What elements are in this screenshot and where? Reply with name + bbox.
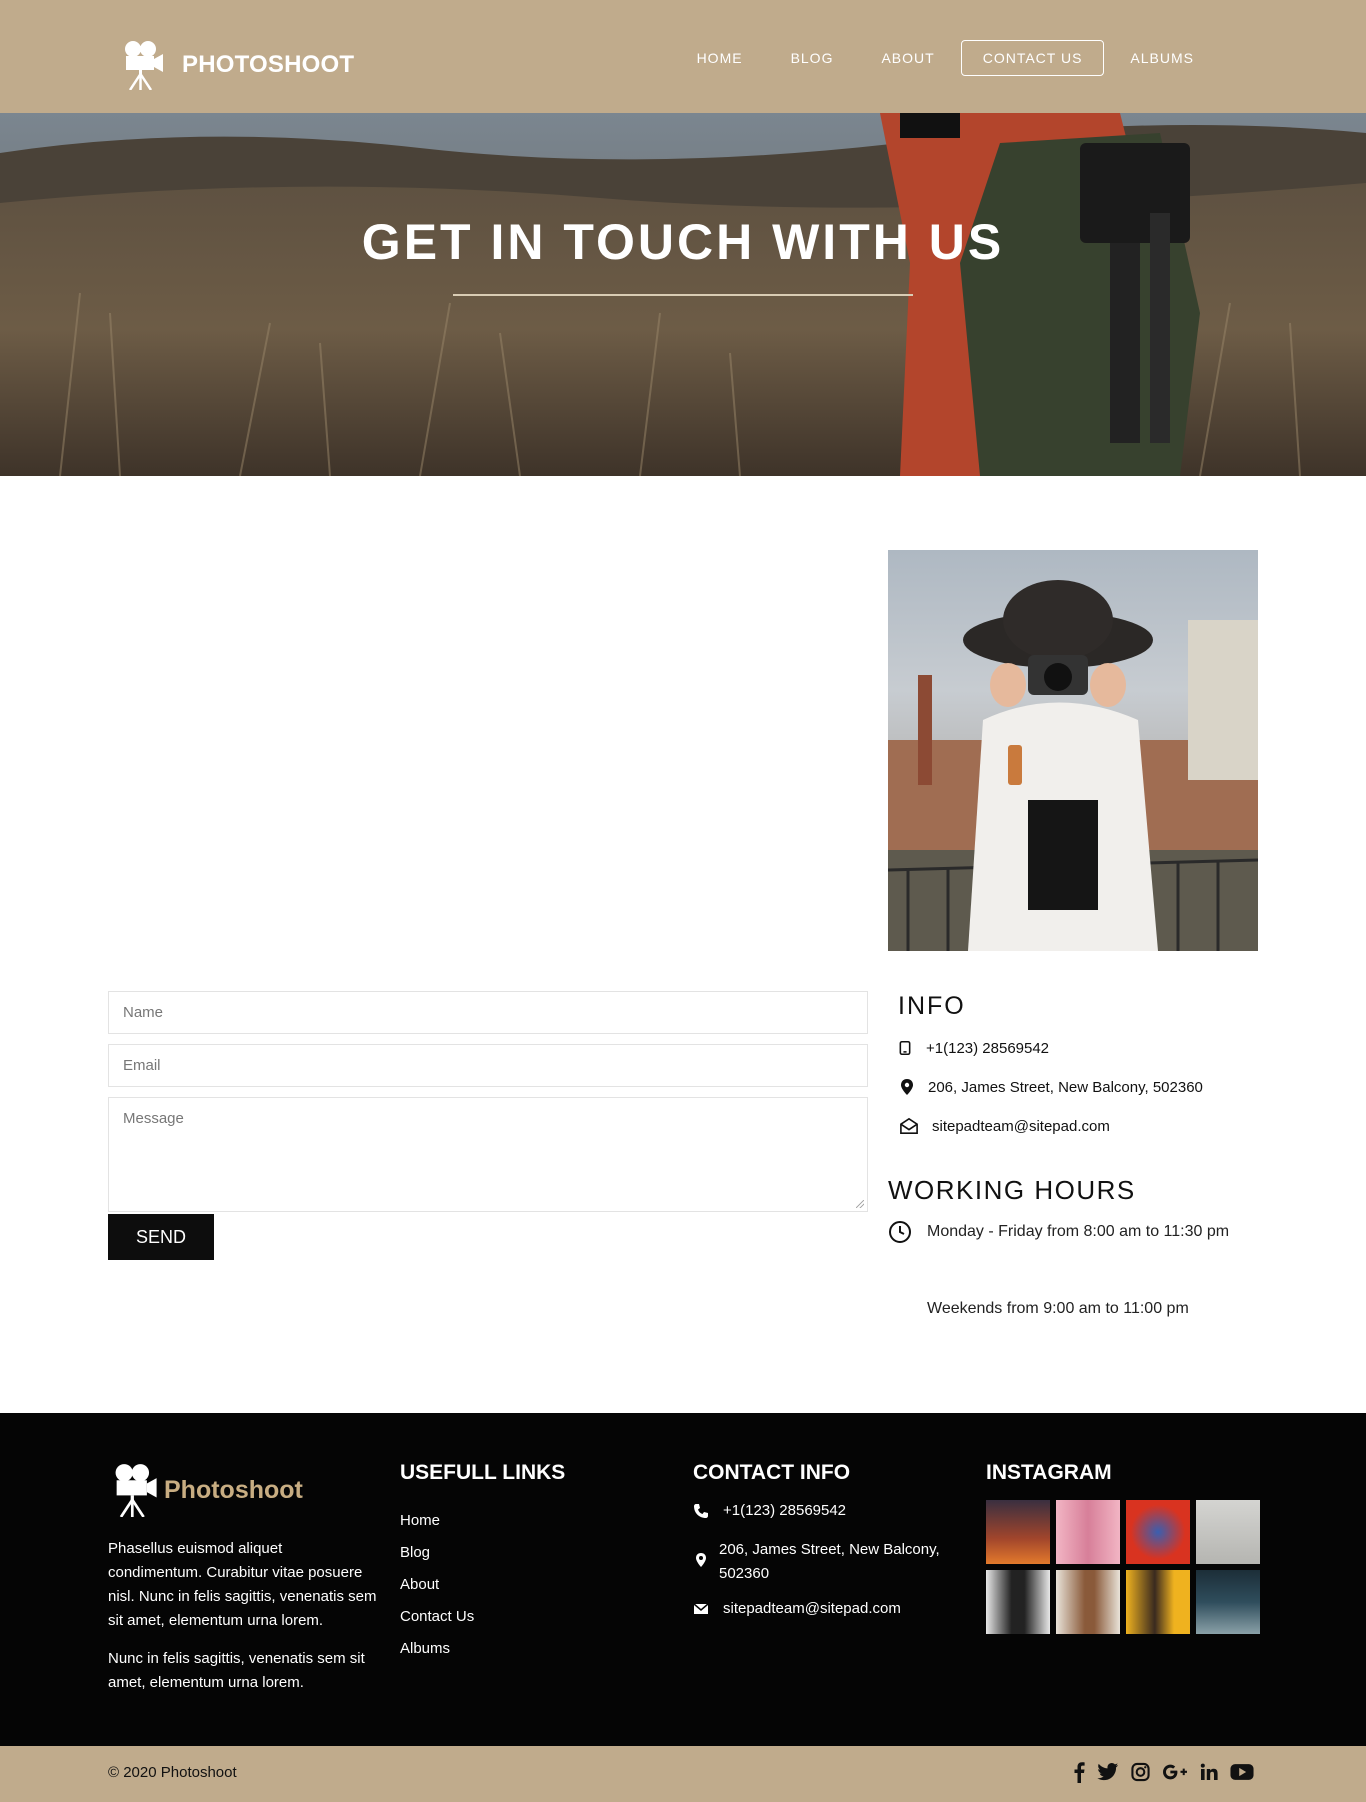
- footer-link-blog[interactable]: Blog: [400, 1537, 474, 1569]
- footer-email[interactable]: sitepadteam@sitepad.com: [723, 1597, 901, 1621]
- instagram-grid: [986, 1500, 1260, 1634]
- instagram-thumb[interactable]: [1126, 1500, 1190, 1564]
- copyright-bar: © 2020 Photoshoot: [0, 1746, 1366, 1802]
- send-button[interactable]: SEND: [108, 1214, 214, 1260]
- footer-address: 206, James Street, New Balcony, 502360: [719, 1541, 940, 1582]
- twitter-icon[interactable]: [1097, 1761, 1119, 1783]
- site-footer: Photoshoot Phasellus euismod aliquet con…: [0, 1413, 1366, 1746]
- working-hours-weekends: Weekends from 9:00 am to 11:00 pm: [927, 1300, 1189, 1317]
- footer-links: Home Blog About Contact Us Albums: [400, 1505, 474, 1665]
- email-field[interactable]: Email: [108, 1044, 868, 1087]
- message-placeholder: Message: [123, 1110, 184, 1127]
- mobile-phone-icon: [899, 1041, 911, 1055]
- info-phone-row: +1(123) 28569542: [898, 1039, 1049, 1057]
- nav-albums[interactable]: ALBUMS: [1108, 40, 1216, 76]
- map-marker-icon: [901, 1079, 913, 1095]
- working-hours-title: WORKING HOURS: [888, 1175, 1136, 1205]
- working-hours-weekdays: Monday - Friday from 8:00 am to 11:30 pm: [927, 1223, 1230, 1240]
- footer-link-contact-us[interactable]: Contact Us: [400, 1601, 474, 1633]
- footer-about: Phasellus euismod aliquet condimentum. C…: [108, 1537, 378, 1709]
- info-email[interactable]: sitepadteam@sitepad.com: [932, 1118, 1110, 1135]
- site-logo[interactable]: PHOTOSHOOT: [122, 40, 354, 90]
- footer-about-text-1: Phasellus euismod aliquet condimentum. C…: [108, 1540, 377, 1629]
- footer-brand-name: Photoshoot: [164, 1475, 303, 1504]
- instagram-icon[interactable]: [1131, 1761, 1150, 1783]
- footer-contact-title: CONTACT INFO: [693, 1461, 851, 1484]
- social-links: [1061, 1761, 1254, 1783]
- instagram-thumb[interactable]: [1196, 1500, 1260, 1564]
- info-title: INFO: [898, 992, 966, 1020]
- instagram-thumb[interactable]: [1056, 1500, 1120, 1564]
- footer-phone-row: +1(123) 28569542: [693, 1499, 846, 1523]
- instagram-thumb[interactable]: [1126, 1570, 1190, 1634]
- nav-home[interactable]: HOME: [675, 40, 765, 76]
- nav-about[interactable]: ABOUT: [859, 40, 956, 76]
- nav-blog[interactable]: BLOG: [769, 40, 856, 76]
- nav-contact-us[interactable]: CONTACT US: [960, 40, 1105, 76]
- footer-link-about[interactable]: About: [400, 1569, 474, 1601]
- footer-link-albums[interactable]: Albums: [400, 1633, 474, 1665]
- youtube-icon[interactable]: [1230, 1761, 1254, 1783]
- movie-camera-icon: [125, 41, 163, 90]
- name-field[interactable]: Name: [108, 991, 868, 1034]
- footer-instagram-title: INSTAGRAM: [986, 1461, 1112, 1484]
- phone-icon: [694, 1504, 708, 1518]
- instagram-thumb[interactable]: [986, 1570, 1050, 1634]
- footer-links-title: USEFULL LINKS: [400, 1461, 566, 1484]
- footer-address-row: 206, James Street, New Balcony, 502360: [693, 1538, 943, 1586]
- footer-phone: +1(123) 28569542: [723, 1502, 847, 1519]
- footer-about-text-2: Nunc in felis sagittis, venenatis sem si…: [108, 1650, 365, 1691]
- instagram-thumb[interactable]: [1056, 1570, 1120, 1634]
- photographer-woman-image: [888, 550, 1258, 951]
- hero-title: GET IN TOUCH WITH US: [361, 214, 1005, 270]
- brand-name: PHOTOSHOOT: [182, 51, 355, 78]
- instagram-thumb[interactable]: [1196, 1570, 1260, 1634]
- instagram-thumb[interactable]: [986, 1500, 1050, 1564]
- message-field[interactable]: Message: [108, 1097, 868, 1212]
- info-phone: +1(123) 28569542: [926, 1039, 1050, 1057]
- copyright-text: © 2020 Photoshoot: [108, 1764, 237, 1781]
- contact-form: Name Email Message SEND: [108, 991, 868, 1260]
- hero-banner: GET IN TOUCH WITH US: [0, 113, 1366, 476]
- info-email-row: sitepadteam@sitepad.com: [898, 1117, 1110, 1135]
- clock-icon: [889, 1221, 911, 1243]
- movie-camera-icon: [115, 1464, 157, 1517]
- contact-photo: [888, 550, 1258, 951]
- footer-email-row: sitepadteam@sitepad.com: [693, 1597, 901, 1621]
- facebook-icon[interactable]: [1073, 1761, 1085, 1783]
- hero-divider: [453, 294, 913, 296]
- resize-handle[interactable]: [856, 1200, 864, 1208]
- info-address-row: 206, James Street, New Balcony, 502360: [898, 1078, 1203, 1096]
- map-marker-icon: [696, 1553, 706, 1567]
- footer-logo[interactable]: Photoshoot: [112, 1463, 303, 1517]
- info-address: 206, James Street, New Balcony, 502360: [928, 1078, 1203, 1096]
- main-nav: HOME BLOG ABOUT CONTACT US ALBUMS: [671, 40, 1216, 76]
- google-plus-icon[interactable]: [1162, 1761, 1188, 1783]
- site-header: PHOTOSHOOT HOME BLOG ABOUT CONTACT US AL…: [0, 0, 1366, 113]
- footer-link-home[interactable]: Home: [400, 1505, 474, 1537]
- envelope-icon: [693, 1603, 709, 1614]
- linkedin-icon[interactable]: [1200, 1761, 1218, 1783]
- envelope-open-icon: [900, 1117, 918, 1135]
